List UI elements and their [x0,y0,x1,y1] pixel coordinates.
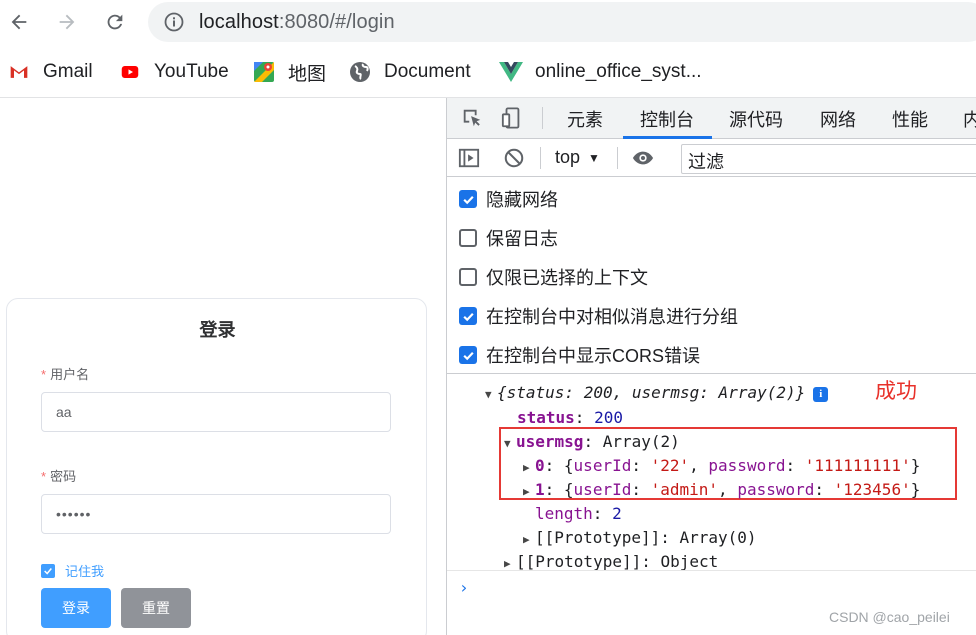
checkbox-checked-icon [459,190,477,208]
bookmark-youtube[interactable]: YouTube [118,58,229,86]
setting-show-cors-errors[interactable]: 在控制台中显示CORS错误 [459,343,700,367]
console-item-0[interactable]: ▶ 0: {userId: '22', password: '111111111'… [523,456,920,475]
console-separator [447,570,976,571]
address-bar[interactable]: localhost:8080/#/login [148,2,976,42]
clear-console-icon[interactable] [502,146,526,170]
sidebar-toggle-icon[interactable] [457,146,481,170]
setting-preserve-log[interactable]: 保留日志 [459,226,558,250]
eye-icon[interactable] [631,146,655,170]
arrow-right-icon [59,14,75,30]
reset-button[interactable]: 重置 [121,588,191,628]
checkbox-checked-icon [459,307,477,325]
username-input[interactable]: aa [41,392,391,432]
devtools-tabbar: 元素 控制台 源代码 网络 性能 内 [447,98,976,139]
console-array-prototype[interactable]: ▶ [[Prototype]]: Array(0) [523,528,757,547]
console-object-summary[interactable]: ▼ {status: 200, usermsg: Array(2)} i [485,383,829,402]
password-input[interactable]: •••••• [41,494,391,534]
bookmark-document[interactable]: Document [348,58,471,86]
bookmark-gmail[interactable]: Gmail [7,58,93,86]
bookmark-maps[interactable]: 地图 [252,58,326,86]
collapsed-triangle-icon: ▶ [504,557,511,570]
collapsed-triangle-icon: ▶ [523,485,530,498]
login-page: 登录 * 用户名 aa * 密码 •••••• 记住我 登录 重置 [0,98,446,635]
globe-icon [348,60,372,84]
username-label: * 用户名 [41,367,90,382]
login-title: 登录 [199,320,236,340]
console-status-line: status: 200 [517,408,623,427]
login-button[interactable]: 登录 [41,588,111,628]
context-selector[interactable]: top ▼ [555,147,600,168]
tab-separator [542,107,543,129]
caret-down-icon: ▼ [588,150,600,165]
console-item-1[interactable]: ▶ 1: {userId: 'admin', password: '123456'… [523,480,920,499]
forward-button[interactable] [52,7,82,37]
expanded-triangle-icon: ▼ [485,388,492,401]
reload-icon [107,14,123,30]
devtools-panel: 元素 控制台 源代码 网络 性能 内 top ▼ 过滤 隐藏网络 保留日志 仅限… [446,98,976,635]
tab-more[interactable]: 内 [963,106,976,132]
back-button[interactable] [4,7,34,37]
console-prompt-icon[interactable]: › [459,578,469,597]
url-text: localhost:8080/#/login [199,11,395,33]
setting-group-similar[interactable]: 在控制台中对相似消息进行分组 [459,304,738,328]
tab-elements[interactable]: 元素 [567,106,603,132]
password-label: * 密码 [41,469,77,484]
tab-network[interactable]: 网络 [820,106,856,132]
bookmark-online-office[interactable]: online_office_syst... [499,58,702,86]
login-card: 登录 * 用户名 aa * 密码 •••••• 记住我 登录 重置 [6,298,427,635]
reload-button[interactable] [100,7,130,37]
console-output: ▼ {status: 200, usermsg: Array(2)} i 成功 st… [447,375,976,635]
remember-me-checkbox[interactable]: 记住我 [41,561,104,580]
device-toolbar-icon[interactable] [500,106,524,130]
maps-icon [252,60,276,84]
gmail-icon [7,60,31,84]
console-object-prototype[interactable]: ▶ [[Prototype]]: Object [504,552,718,571]
vue-icon [499,60,523,84]
checkbox-checked-icon [41,563,55,578]
collapsed-triangle-icon: ▶ [523,533,530,546]
inspect-element-icon[interactable] [460,106,484,130]
collapsed-triangle-icon: ▶ [523,461,530,474]
arrow-left-icon [11,14,27,30]
console-toolbar: top ▼ 过滤 [447,139,976,177]
browser-toolbar: localhost:8080/#/login [0,0,976,46]
youtube-icon [118,60,142,84]
setting-selected-context-only[interactable]: 仅限已选择的上下文 [459,265,648,289]
success-annotation: 成功 [875,380,917,403]
console-usermsg-line[interactable]: ▼ usermsg: Array(2) [504,432,680,451]
checkbox-checked-icon [459,346,477,364]
watermark: CSDN @cao_peilei [829,609,950,625]
console-filter-input[interactable]: 过滤 [681,144,976,174]
tab-sources[interactable]: 源代码 [729,106,783,132]
tab-performance[interactable]: 性能 [892,106,928,132]
console-toolbar-separator [540,147,541,169]
console-toolbar-separator-2 [617,147,618,169]
console-length-line: length: 2 [535,504,622,523]
setting-hide-network[interactable]: 隐藏网络 [459,187,558,211]
console-settings: 隐藏网络 保留日志 仅限已选择的上下文 在控制台中对相似消息进行分组 在控制台中… [447,178,976,374]
checkbox-unchecked-icon [459,268,477,286]
checkbox-unchecked-icon [459,229,477,247]
tab-console[interactable]: 控制台 [640,106,694,132]
info-icon[interactable] [164,12,184,32]
info-icon[interactable]: i [813,386,829,402]
expanded-triangle-icon: ▼ [504,437,511,450]
bookmarks-bar: Gmail YouTube 地图 Document online_office_… [0,50,976,94]
